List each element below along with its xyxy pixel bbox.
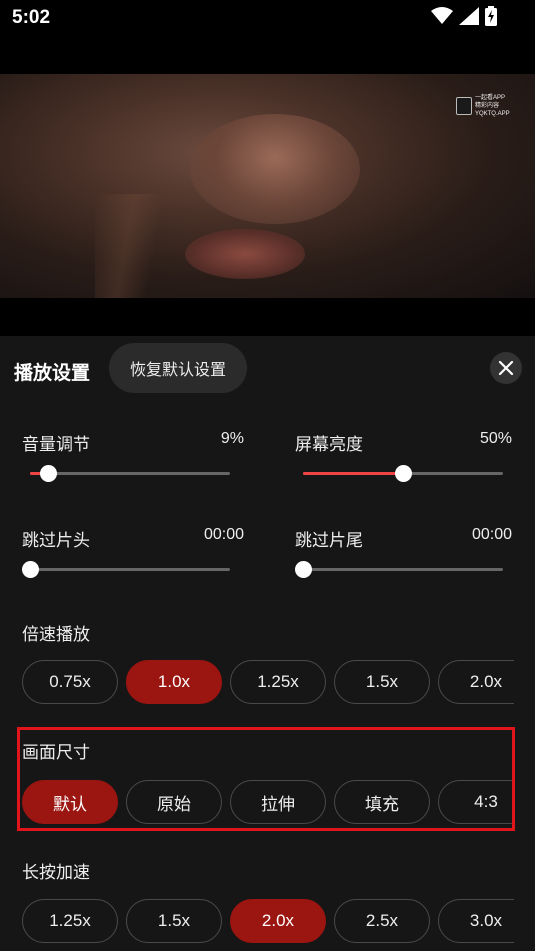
- skip-intro-label: 跳过片头: [22, 531, 90, 551]
- long-press-section-label: 长按加速: [22, 863, 90, 883]
- status-bar: 5:02: [0, 0, 535, 38]
- brightness-slider-thumb[interactable]: [395, 465, 412, 482]
- brightness-value: 50%: [479, 430, 512, 447]
- video-frame-lips: [185, 229, 305, 279]
- video-player[interactable]: 一起看APP 精彩内容 YQKTQ.APP: [0, 74, 535, 298]
- speed-option[interactable]: 0.75x: [22, 660, 118, 704]
- speed-option[interactable]: 1.5x: [334, 660, 430, 704]
- signal-icon: [459, 7, 479, 25]
- status-icons: [431, 6, 497, 26]
- watermark-line1: 一起看APP: [474, 95, 505, 101]
- skip-intro-slider-thumb[interactable]: [22, 561, 39, 578]
- close-icon: [498, 360, 514, 376]
- video-frame-hair: [95, 194, 175, 298]
- volume-label: 音量调节: [22, 435, 90, 455]
- skip-intro-value: 00:00: [203, 526, 244, 543]
- video-watermark: 一起看APP 精彩内容 YQKTQ.APP: [456, 94, 535, 118]
- brightness-label: 屏幕亮度: [295, 435, 363, 455]
- long-press-option-selected[interactable]: 2.0x: [230, 899, 326, 943]
- brightness-slider-fill: [303, 472, 403, 475]
- panel-title: 播放设置: [14, 362, 91, 384]
- speed-section-label: 倍速播放: [22, 625, 90, 645]
- long-press-option[interactable]: 2.5x: [334, 899, 430, 943]
- long-press-option[interactable]: 1.5x: [126, 899, 222, 943]
- speed-option[interactable]: 1.25x: [230, 660, 326, 704]
- playback-settings-panel: 播放设置 恢复默认设置 音量调节 9% 屏幕亮度 50% 跳过片头 00:00: [0, 336, 535, 951]
- speed-option[interactable]: 2.0x: [438, 660, 514, 704]
- skip-intro-slider[interactable]: [22, 561, 230, 578]
- aspect-highlight-box: [17, 727, 515, 831]
- volume-value: 9%: [220, 430, 244, 447]
- skip-outro-slider-thumb[interactable]: [295, 561, 312, 578]
- volume-slider-thumb[interactable]: [40, 465, 57, 482]
- skip-outro-slider[interactable]: [295, 561, 503, 578]
- long-press-option[interactable]: 1.25x: [22, 899, 118, 943]
- long-press-options: 1.25x 1.5x 2.0x 2.5x 3.0x: [22, 899, 514, 943]
- brightness-slider[interactable]: [303, 465, 503, 482]
- speed-options: 0.75x 1.0x 1.25x 1.5x 2.0x: [22, 660, 514, 704]
- player-bottom-band: [0, 298, 535, 336]
- wifi-icon: [431, 7, 453, 24]
- watermark-logo-icon: [456, 97, 472, 115]
- status-time: 5:02: [12, 7, 51, 28]
- skip-outro-value: 00:00: [471, 526, 512, 543]
- battery-charging-icon: [485, 6, 497, 26]
- skip-outro-label: 跳过片尾: [295, 531, 363, 551]
- close-button[interactable]: [490, 352, 522, 384]
- long-press-option[interactable]: 3.0x: [438, 899, 514, 943]
- watermark-line2: 精彩内容 YQKTQ.APP: [474, 103, 510, 117]
- reset-defaults-button[interactable]: 恢复默认设置: [109, 343, 247, 393]
- volume-slider[interactable]: [30, 465, 230, 482]
- video-frame-face: [190, 114, 360, 224]
- speed-option-selected[interactable]: 1.0x: [126, 660, 222, 704]
